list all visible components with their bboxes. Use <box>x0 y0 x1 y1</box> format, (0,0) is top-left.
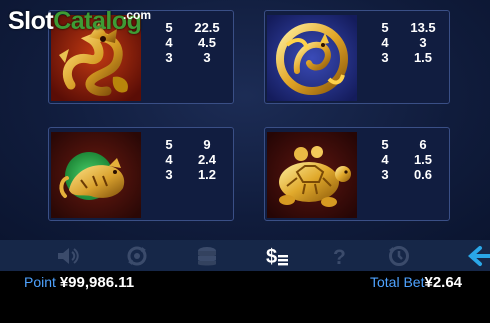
pay-row: 33 <box>155 50 231 65</box>
pay-row: 4 2.4 <box>155 152 231 167</box>
tiger-icon <box>51 132 141 218</box>
pay-count: 5 <box>381 137 389 152</box>
total-bet-label: Total Bet <box>370 274 425 290</box>
pay-row: 5 22.5 <box>155 20 231 35</box>
total-bet: Total Bet¥2.64 <box>370 272 462 292</box>
sound-icon[interactable] <box>54 244 80 268</box>
pay-value: 9 <box>203 137 211 152</box>
pay-count: 5 <box>381 20 389 35</box>
help-icon[interactable]: ? <box>327 244 353 268</box>
pay-row: 4 1.5 <box>371 152 447 167</box>
paytable-icon[interactable]: $ <box>264 244 290 268</box>
total-bet-value: ¥2.64 <box>424 274 463 291</box>
slotcatalog-watermark: SlotCatalog .com <box>8 6 151 36</box>
pay-count: 4 <box>165 152 173 167</box>
pay-count: 3 <box>381 50 389 65</box>
pay-count: 5 <box>165 20 173 35</box>
pay-row: 3 1.5 <box>371 50 447 65</box>
turtle-icon <box>267 132 357 218</box>
point-label: Point <box>24 274 56 290</box>
bet-chips-icon[interactable] <box>194 244 220 268</box>
pay-count: 5 <box>165 137 173 152</box>
pay-row: 4 4.5 <box>155 35 231 50</box>
history-icon[interactable] <box>386 244 412 268</box>
watermark-com-text: .com <box>123 8 152 22</box>
status-bar: Point ¥99,986.11 Total Bet¥2.64 <box>0 271 490 323</box>
point-value: ¥99,986.11 <box>59 274 135 291</box>
pay-row: 3 0.6 <box>371 167 447 182</box>
svg-text:$: $ <box>266 246 277 268</box>
pay-row: 5 13.5 <box>371 20 447 35</box>
autoplay-icon[interactable] <box>124 244 150 268</box>
pay-row: 3 1.2 <box>155 167 231 182</box>
pay-count: 3 <box>165 167 173 182</box>
paytable-card-phoenix: 5 13.5 43 3 1.5 <box>264 10 450 104</box>
pay-values-dragon: 5 22.5 4 4.5 33 <box>155 20 231 65</box>
pay-value: 1.5 <box>413 50 433 65</box>
pay-row: 56 <box>371 137 447 152</box>
pay-value: 13.5 <box>410 20 436 35</box>
phoenix-icon <box>267 15 357 101</box>
paytable-card-turtle: 56 4 1.5 3 0.6 <box>264 127 450 221</box>
pay-value: 22.5 <box>194 20 220 35</box>
watermark-slot-text: Slot <box>8 7 54 35</box>
pay-count: 4 <box>381 35 389 50</box>
back-arrow-icon[interactable] <box>468 244 490 268</box>
paytable-panel: SlotCatalog .com 5 22.5 4 4.5 3 3 5 13.5… <box>0 0 490 240</box>
pay-value: 4.5 <box>197 35 217 50</box>
pay-count: 3 <box>165 50 173 65</box>
pay-row: 43 <box>371 35 447 50</box>
pay-count: 4 <box>381 152 389 167</box>
paytable-card-tiger: 59 4 2.4 3 1.2 <box>48 127 234 221</box>
pay-count: 4 <box>165 35 173 50</box>
pay-values-phoenix: 5 13.5 43 3 1.5 <box>371 20 447 65</box>
pay-value: 3 <box>203 50 211 65</box>
pay-value: 1.5 <box>413 152 433 167</box>
pay-values-turtle: 56 4 1.5 3 0.6 <box>371 137 447 182</box>
pay-value: 2.4 <box>197 152 217 167</box>
point-balance: Point ¥99,986.11 <box>24 272 134 292</box>
game-toolbar: $ ? <box>0 240 490 271</box>
svg-text:?: ? <box>333 246 346 268</box>
pay-value: 3 <box>419 35 427 50</box>
pay-count: 3 <box>381 167 389 182</box>
pay-values-tiger: 59 4 2.4 3 1.2 <box>155 137 231 182</box>
pay-value: 0.6 <box>413 167 433 182</box>
pay-value: 6 <box>419 137 427 152</box>
pay-value: 1.2 <box>197 167 217 182</box>
pay-row: 59 <box>155 137 231 152</box>
